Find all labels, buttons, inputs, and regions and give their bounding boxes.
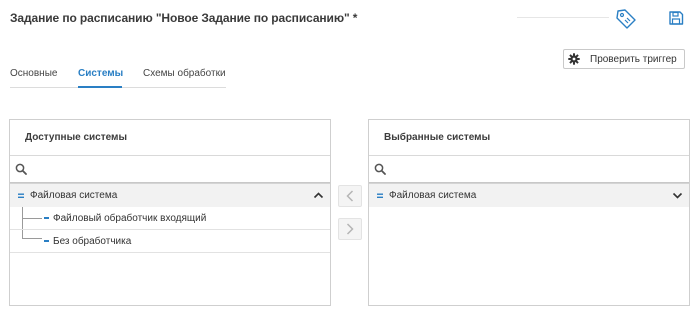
chevron-up-icon[interactable] <box>313 190 324 201</box>
tag-button[interactable] <box>614 7 638 29</box>
chevron-right-icon <box>346 223 354 235</box>
group-label: Файловая система <box>389 190 477 201</box>
active-tab-indicator <box>78 86 122 88</box>
move-left-button[interactable] <box>338 185 362 207</box>
check-trigger-button[interactable]: Проверить триггер <box>563 49 685 69</box>
available-search-input[interactable] <box>10 156 330 183</box>
group-row-file-system[interactable]: Файловая система <box>10 183 330 207</box>
search-icon <box>374 163 386 175</box>
list-item-label: Файловый обработчик входящий <box>53 212 207 224</box>
item-dash-icon <box>44 217 49 219</box>
group-icon <box>377 193 383 198</box>
tag-icon <box>616 9 636 29</box>
selected-systems-title: Выбранные системы <box>369 120 689 156</box>
move-right-button[interactable] <box>338 218 362 240</box>
search-icon <box>15 163 27 175</box>
selected-search-input[interactable] <box>369 156 689 183</box>
list-item[interactable]: Файловый обработчик входящий <box>10 207 330 230</box>
check-trigger-label: Проверить триггер <box>590 53 677 65</box>
available-systems-title: Доступные системы <box>10 120 330 156</box>
tab-systems[interactable]: Системы <box>78 68 123 79</box>
list-item-label: Без обработчика <box>53 235 132 247</box>
save-button[interactable] <box>667 9 685 27</box>
group-icon <box>18 193 24 198</box>
tab-bar: Основные Системы Схемы обработки <box>10 68 226 88</box>
available-systems-panel: Доступные системы Файловая система Файло… <box>9 119 331 306</box>
header-divider <box>517 17 609 18</box>
item-dash-icon <box>44 240 49 242</box>
list-item[interactable]: Без обработчика <box>10 230 330 253</box>
tab-processing-schemes[interactable]: Схемы обработки <box>143 68 226 79</box>
chevron-down-icon[interactable] <box>672 190 683 201</box>
group-label: Файловая система <box>30 190 118 201</box>
group-row-file-system[interactable]: Файловая система <box>369 183 689 207</box>
tab-main[interactable]: Основные <box>10 68 57 79</box>
gear-icon <box>568 53 580 65</box>
selected-systems-panel: Выбранные системы Файловая система <box>368 119 690 306</box>
save-icon <box>669 11 684 25</box>
page-title: Задание по расписанию "Новое Задание по … <box>10 11 358 25</box>
chevron-left-icon <box>346 190 354 202</box>
